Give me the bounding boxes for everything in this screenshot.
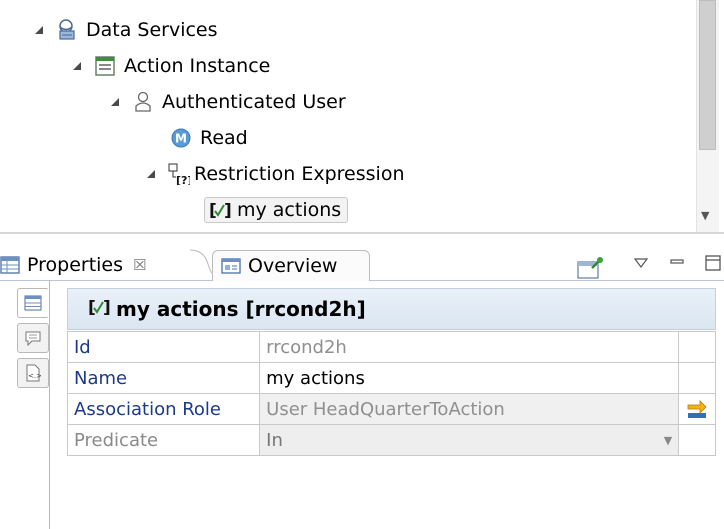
properties-icon [0, 256, 20, 274]
data-services-icon [56, 19, 78, 41]
minimize-icon[interactable] [666, 252, 688, 274]
properties-view: Properties ☒ Overview <.> [my actions [… [0, 234, 724, 529]
properties-header: [ ] my actions [rrcond2h] [67, 288, 716, 330]
svg-text:<.>: <.> [28, 372, 41, 380]
scroll-down-arrow-icon[interactable]: ▼ [701, 209, 709, 222]
tree-item-label: Action Instance [124, 55, 271, 77]
tree-item-data-services[interactable]: Data Services [30, 14, 218, 46]
restriction-icon: [?] [168, 163, 190, 185]
overview-icon [221, 258, 241, 274]
maximize-icon[interactable] [702, 252, 724, 274]
comment-icon [25, 331, 41, 346]
expand-triangle-icon[interactable] [142, 169, 160, 179]
expand-triangle-icon[interactable] [30, 25, 48, 35]
property-extra-cell [678, 331, 716, 363]
tree-item-label: my actions [237, 199, 342, 221]
swap-arrows-icon [687, 400, 707, 418]
tree-item-label: Data Services [86, 19, 218, 41]
svg-text:]: ] [103, 298, 110, 317]
user-role-icon [132, 91, 154, 113]
property-side-tabs: <.> [17, 288, 49, 393]
entity-icon [94, 55, 116, 77]
selected-item[interactable]: [ ] my actions [204, 197, 349, 223]
select-association-button[interactable] [679, 398, 715, 420]
tree-item-label: Read [200, 127, 248, 149]
tree-item-restriction-expression[interactable]: [?] Restriction Expression [142, 158, 405, 190]
pin-view-icon[interactable] [576, 256, 604, 280]
header-title: my actions [rrcond2h] [116, 297, 366, 321]
dropdown-arrow-icon[interactable]: ▼ [664, 434, 672, 447]
condition-icon: [ ] [209, 199, 231, 221]
svg-text:]: ] [224, 201, 231, 220]
property-value-name[interactable]: my actions [259, 362, 680, 394]
view-menu-icon[interactable] [630, 252, 652, 274]
expand-triangle-icon[interactable] [106, 97, 124, 107]
table-icon [24, 295, 42, 311]
side-tab-source[interactable]: <.> [17, 358, 49, 388]
svg-text:[: [ [88, 298, 96, 317]
property-row-predicate: Predicate In ▼ [66, 424, 716, 456]
model-tree[interactable]: Data Services Action Instance Authentica… [0, 0, 724, 232]
tab-properties[interactable]: Properties ☒ [0, 250, 157, 280]
dropdown-value: In [266, 429, 283, 451]
tree-item-my-actions[interactable]: [ ] my actions [204, 194, 349, 226]
side-tab-comments[interactable] [17, 323, 49, 353]
property-row-association-role: Association Role User HeadQuarterToActio… [66, 393, 716, 425]
svg-text:[: [ [209, 201, 217, 220]
side-tab-properties[interactable] [17, 288, 49, 318]
property-extra-cell [678, 424, 716, 456]
properties-table: Id rrcond2h Name my actions Association … [66, 331, 716, 456]
property-key: Name [66, 362, 261, 394]
tree-item-label: Authenticated User [162, 91, 346, 113]
property-value-association-role[interactable]: User HeadQuarterToAction [259, 393, 680, 425]
property-key: Predicate [66, 424, 261, 456]
condition-icon: [ ] [88, 297, 111, 322]
predicate-dropdown[interactable]: In ▼ [259, 424, 680, 456]
source-code-icon: <.> [26, 364, 41, 382]
partial-node-icon [54, 0, 76, 4]
tree-vertical-scrollbar[interactable]: ▼ [696, 0, 719, 232]
property-extra-cell [678, 362, 716, 394]
tab-overview[interactable]: Overview [212, 250, 370, 281]
property-row-id: Id rrcond2h [66, 331, 716, 363]
tree-item-action-instance[interactable]: Action Instance [68, 50, 270, 82]
property-key: Association Role [66, 393, 261, 425]
property-row-name: Name my actions [66, 362, 716, 394]
view-tab-bar: Properties ☒ Overview [0, 234, 724, 281]
side-tab-divider [49, 280, 50, 529]
property-value-id: rrcond2h [259, 331, 680, 363]
tab-label: Properties [27, 254, 124, 276]
tree-item-label: Restriction Expression [194, 163, 405, 185]
property-key: Id [66, 331, 261, 363]
method-m-icon: M [170, 127, 192, 149]
svg-text:[?]: [?] [176, 174, 190, 185]
view-toolbar [630, 252, 724, 274]
tree-item-read[interactable]: M Read [170, 122, 248, 154]
property-extra-cell [678, 393, 716, 425]
close-icon[interactable]: ☒ [133, 256, 146, 274]
svg-text:M: M [175, 132, 187, 146]
tree-item-authenticated-user[interactable]: Authenticated User [106, 86, 346, 118]
scrollbar-thumb[interactable] [699, 0, 716, 150]
tab-label: Overview [248, 255, 338, 277]
expand-triangle-icon[interactable] [68, 61, 86, 71]
